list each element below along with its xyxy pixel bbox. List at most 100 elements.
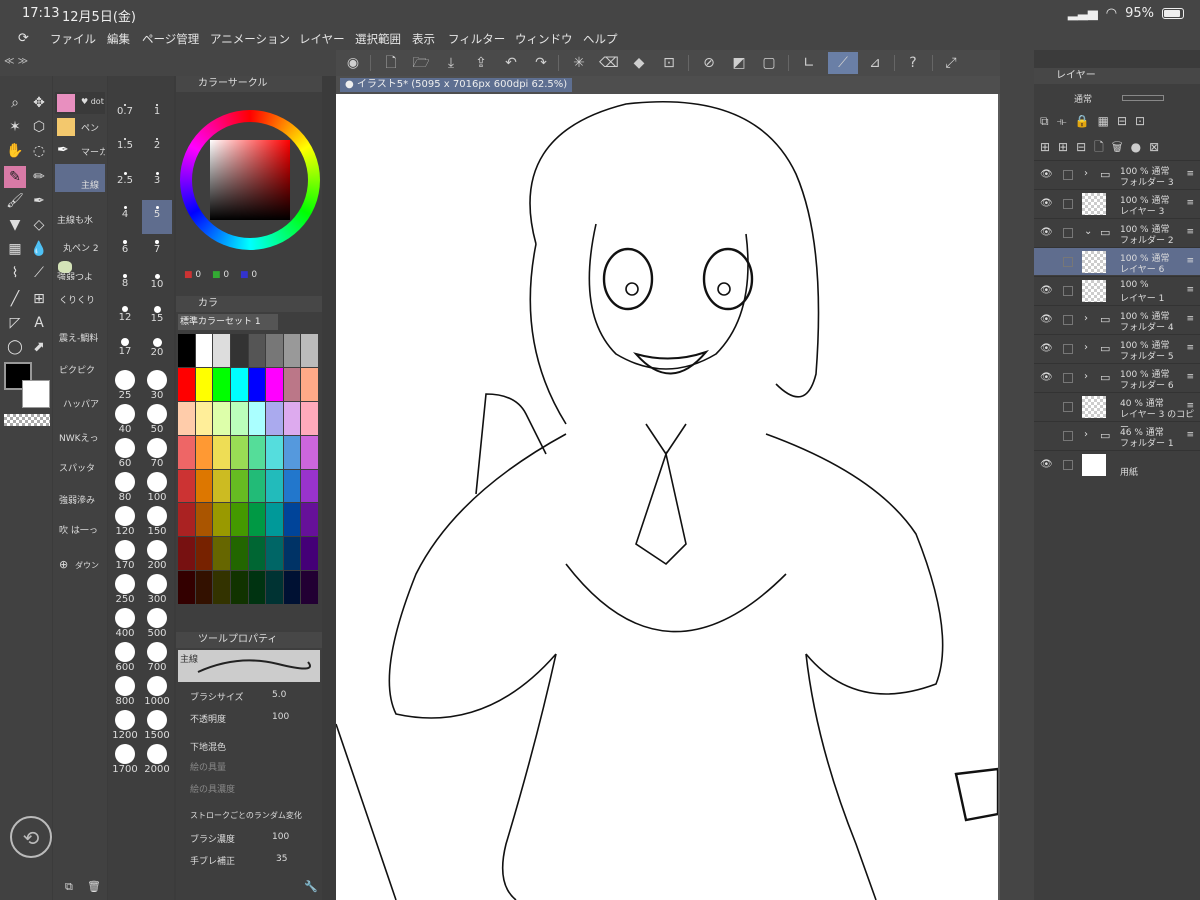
- size-option[interactable]: 150: [142, 506, 172, 540]
- fill-icon[interactable]: ◆: [628, 52, 650, 74]
- layer-row[interactable]: 👁 › ▭ 100 % 通常 フォルダー 6 ≡: [1034, 363, 1200, 391]
- color-swatch[interactable]: [301, 537, 318, 571]
- blend-mode-select[interactable]: 通常: [1074, 92, 1092, 105]
- layer-row[interactable]: 👁 100 % レイヤー 1 ≡: [1034, 276, 1200, 304]
- subtool-selected[interactable]: 主線: [55, 164, 105, 192]
- size-option[interactable]: 3: [142, 166, 172, 200]
- size-option[interactable]: 600: [110, 642, 140, 676]
- saturation-square[interactable]: [210, 140, 290, 220]
- size-option[interactable]: 1200: [110, 710, 140, 744]
- size-option[interactable]: 80: [110, 472, 140, 506]
- eyedropper-icon[interactable]: ⌇: [4, 262, 26, 284]
- layer-menu-icon[interactable]: ≡: [1186, 256, 1194, 266]
- figure-icon[interactable]: ╱: [4, 288, 26, 310]
- color-swatch-grid[interactable]: [178, 334, 318, 604]
- subtool-item[interactable]: ✒ マーカ: [55, 140, 105, 162]
- subtool-item[interactable]: 震え-鯛料: [55, 326, 105, 348]
- layer-menu-icon[interactable]: ≡: [1186, 343, 1194, 353]
- fullscreen-icon[interactable]: ⤢: [940, 52, 962, 74]
- menu-selection[interactable]: 選択範囲: [355, 31, 401, 47]
- color-swatch[interactable]: [178, 334, 195, 367]
- expand-icon[interactable]: ›: [1084, 342, 1088, 353]
- color-swatch[interactable]: [283, 537, 301, 571]
- color-circle-header[interactable]: カラーサークル: [176, 76, 322, 92]
- text-tool-icon[interactable]: A: [28, 312, 50, 334]
- layer-menu-icon[interactable]: ≡: [1186, 401, 1194, 411]
- color-swatch[interactable]: [248, 503, 266, 537]
- eraser-icon[interactable]: ◇: [28, 214, 50, 236]
- color-swatch[interactable]: [301, 401, 318, 435]
- color-swatch[interactable]: [301, 367, 318, 401]
- layer-row[interactable]: 👁 › ▭ 100 % 通常 フォルダー 3 ≡: [1034, 160, 1200, 188]
- drawing-canvas[interactable]: [336, 94, 998, 900]
- layer-checkbox[interactable]: [1063, 402, 1073, 412]
- menu-file[interactable]: ファイル: [50, 31, 96, 47]
- layer-checkbox[interactable]: [1063, 344, 1073, 354]
- color-swatch[interactable]: [301, 435, 318, 469]
- size-option[interactable]: 8: [110, 268, 140, 302]
- color-swatch[interactable]: [248, 469, 266, 503]
- size-option[interactable]: 50: [142, 404, 172, 438]
- color-swatch[interactable]: [195, 571, 213, 604]
- color-swatch[interactable]: [301, 469, 318, 503]
- add-subtool-button[interactable]: ⊕ ダウン: [55, 554, 105, 576]
- layer-checkbox[interactable]: [1063, 228, 1073, 238]
- invert-select-icon[interactable]: ◩: [728, 52, 750, 74]
- color-swatch[interactable]: [230, 367, 248, 401]
- tool-property-header[interactable]: ツールプロパティ: [176, 632, 322, 648]
- color-swatch[interactable]: [213, 537, 230, 571]
- pen-tool-icon[interactable]: ✎: [4, 166, 26, 188]
- color-swatch[interactable]: [178, 571, 195, 604]
- layer-checkbox[interactable]: [1063, 257, 1073, 267]
- color-swatch[interactable]: [230, 334, 248, 367]
- eye-icon[interactable]: 👁: [1040, 459, 1053, 470]
- ruler-snap-icon[interactable]: ⊿: [864, 52, 886, 74]
- color-swatch[interactable]: [213, 469, 230, 503]
- subtool-item[interactable]: 吹 は一っ: [55, 518, 105, 540]
- rotate-canvas-icon[interactable]: ⟲: [10, 816, 52, 858]
- brush-size-value[interactable]: 5.0: [272, 690, 286, 700]
- color-swatch[interactable]: [248, 571, 266, 604]
- color-swatch[interactable]: [178, 537, 195, 571]
- menu-animation[interactable]: アニメーション: [210, 31, 290, 47]
- subtool-item[interactable]: 強弱滲み: [55, 488, 105, 510]
- eye-icon[interactable]: 👁: [1040, 198, 1053, 209]
- subtool-item[interactable]: くりくり: [55, 288, 105, 310]
- subtool-item[interactable]: ピクピク: [55, 358, 105, 380]
- color-swatch[interactable]: [213, 435, 230, 469]
- layer-row[interactable]: 👁 ⌄ ▭ 100 % 通常 フォルダー 2 ≡: [1034, 218, 1200, 246]
- pencil-icon[interactable]: ✏: [28, 166, 50, 188]
- size-option[interactable]: 2000: [142, 744, 172, 778]
- size-option[interactable]: 70: [142, 438, 172, 472]
- color-swatch[interactable]: [283, 401, 301, 435]
- color-swatch[interactable]: [213, 571, 230, 604]
- color-wheel[interactable]: [180, 110, 320, 250]
- color-swatch[interactable]: [301, 334, 318, 367]
- color-swatch[interactable]: [283, 571, 301, 604]
- app-logo-icon[interactable]: ⟳: [18, 31, 29, 46]
- layer-menu-icon[interactable]: ≡: [1186, 285, 1194, 295]
- zoom-icon[interactable]: ⌕: [4, 92, 26, 114]
- layer-row[interactable]: › ▭ 46 % 通常 フォルダー 1 ≡: [1034, 421, 1200, 449]
- size-option[interactable]: 400: [110, 608, 140, 642]
- size-option[interactable]: 7: [142, 234, 172, 268]
- size-option[interactable]: 60: [110, 438, 140, 472]
- subtool-item[interactable]: NWKえっ: [55, 426, 105, 448]
- size-option[interactable]: 12: [110, 302, 140, 336]
- color-swatch[interactable]: [283, 435, 301, 469]
- size-option[interactable]: 4: [110, 200, 140, 234]
- size-option[interactable]: 1500: [142, 710, 172, 744]
- menu-layer[interactable]: レイヤー: [299, 31, 345, 47]
- auto-select-icon[interactable]: ✶: [4, 116, 26, 138]
- color-swatch[interactable]: [230, 537, 248, 571]
- ruler-icon[interactable]: ∟: [798, 52, 820, 74]
- layer-row[interactable]: 👁 › ▭ 100 % 通常 フォルダー 5 ≡: [1034, 334, 1200, 362]
- layer-checkbox[interactable]: [1063, 170, 1073, 180]
- color-swatch[interactable]: [248, 367, 266, 401]
- size-option[interactable]: 2.5: [110, 166, 140, 200]
- expand-icon[interactable]: ⌄: [1084, 226, 1092, 237]
- layer-checkbox[interactable]: [1063, 460, 1073, 470]
- new-file-icon[interactable]: 🗋: [380, 52, 402, 74]
- color-set-header[interactable]: カラ: [176, 296, 322, 312]
- subtool-item[interactable]: ペン: [55, 116, 105, 138]
